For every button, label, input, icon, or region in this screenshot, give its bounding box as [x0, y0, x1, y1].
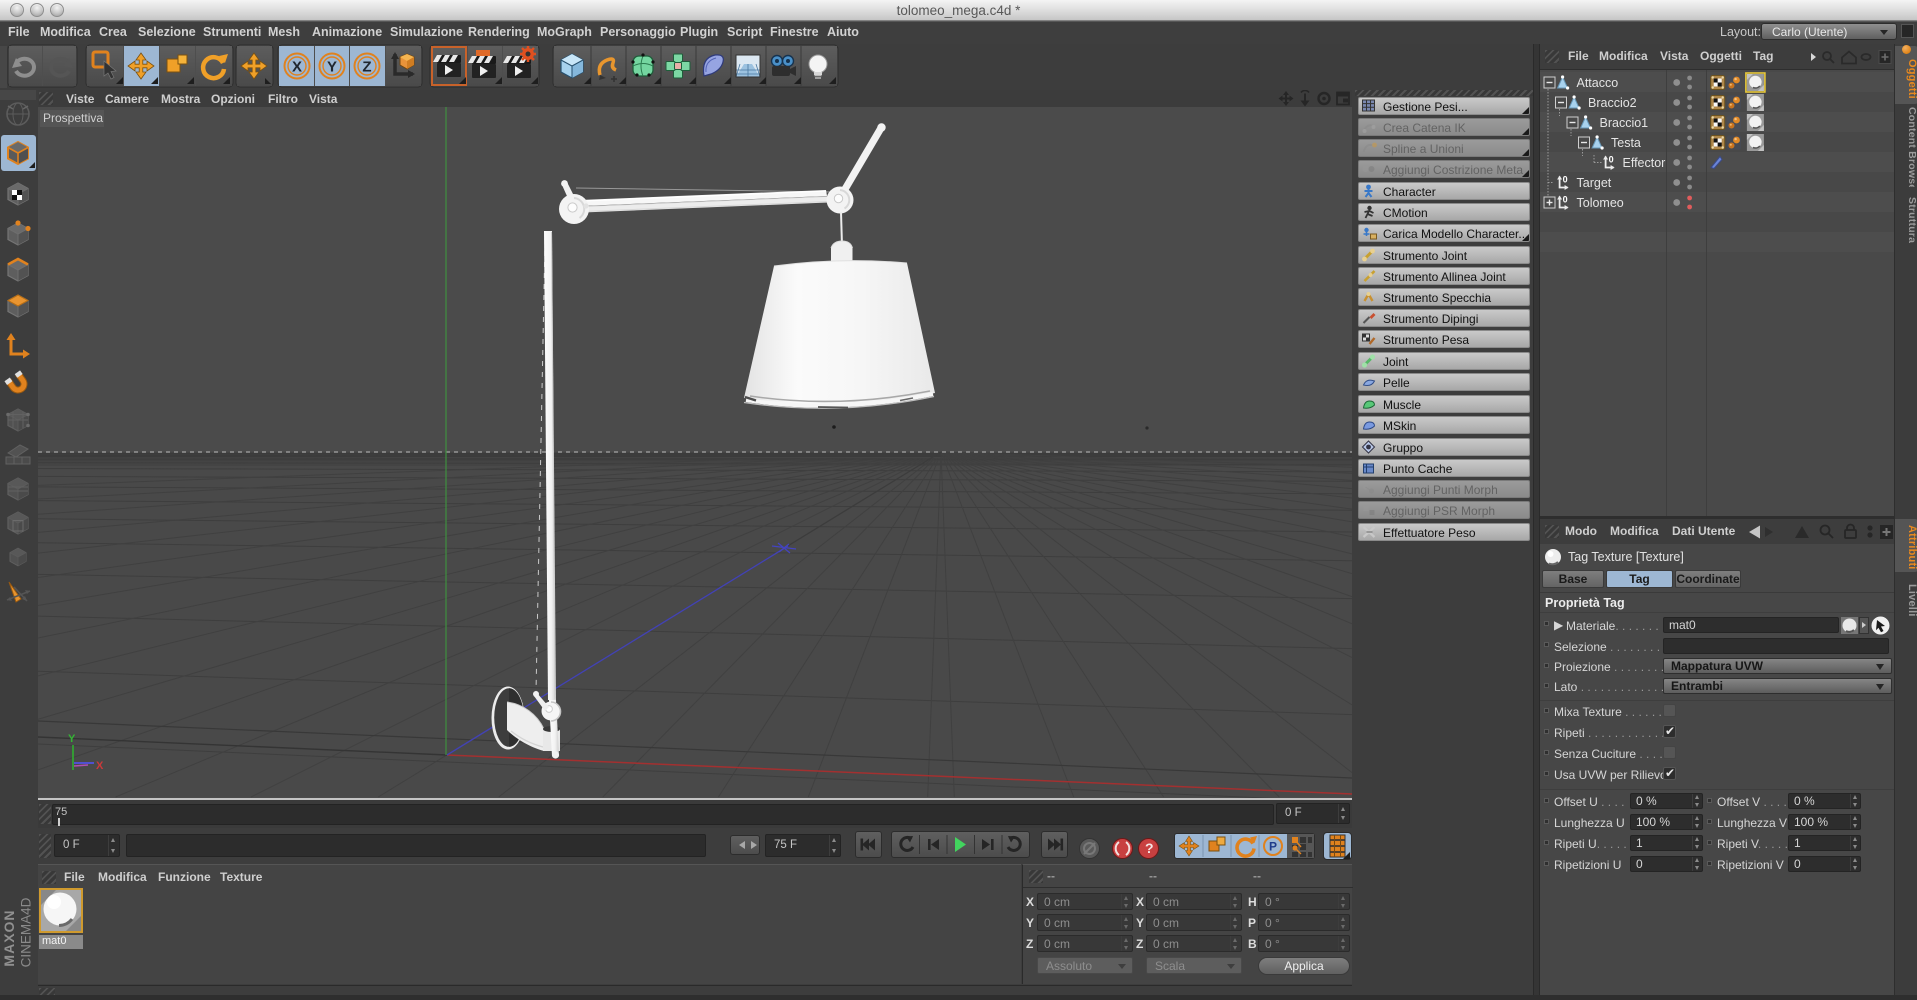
- svg-text:Tolomeo: Tolomeo: [1577, 196, 1624, 210]
- svg-text:Braccio1: Braccio1: [1600, 116, 1649, 130]
- svg-text:P: P: [1269, 840, 1277, 854]
- svg-text:Braccio2: Braccio2: [1588, 96, 1637, 110]
- svg-text:X: X: [292, 59, 302, 76]
- svg-text:X: X: [96, 760, 104, 772]
- svg-text:Z: Z: [362, 59, 371, 76]
- svg-text:Testa: Testa: [1611, 136, 1641, 150]
- svg-text:Y: Y: [68, 733, 76, 745]
- svg-text:Attacco: Attacco: [1577, 76, 1619, 90]
- svg-text:Target: Target: [1577, 176, 1612, 190]
- svg-text:Y: Y: [327, 59, 337, 76]
- svg-text:Effector: Effector: [1623, 156, 1666, 170]
